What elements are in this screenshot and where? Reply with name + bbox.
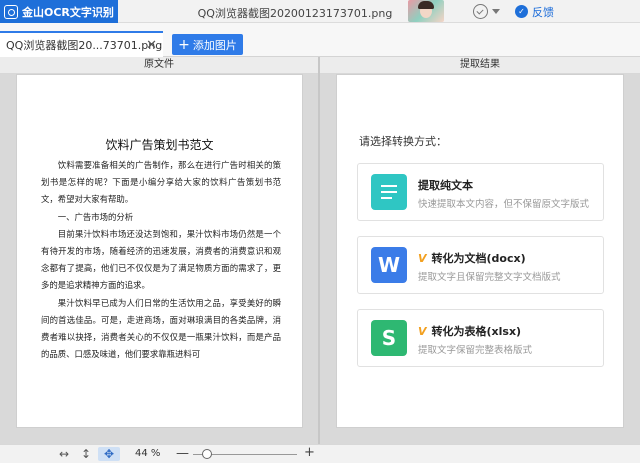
fit-width-icon[interactable]: ↔ — [56, 447, 72, 461]
option-extract-text[interactable]: 提取纯文本 快速提取本文内容，但不保留原文字版式 — [357, 163, 604, 221]
avatar[interactable] — [408, 0, 444, 22]
sheet-icon: S — [371, 320, 407, 356]
result-panel: 请选择转换方式： 提取纯文本 快速提取本文内容，但不保留原文字版式 W V 转化… — [320, 74, 640, 444]
vip-shield-icon[interactable] — [473, 4, 488, 19]
ocr-logo-icon — [4, 4, 18, 19]
document-paragraph: 目前果汁饮料市场还没达到饱和，果汁饮料市场仍然是一个有待开发的市场，随着经济的迅… — [41, 228, 281, 291]
tab-active-file[interactable]: QQ浏览器截图20...73701.png ✕ — [0, 31, 163, 57]
text-lines-icon — [371, 174, 407, 210]
conversion-prompt: 请选择转换方式： — [359, 135, 447, 148]
fit-height-icon[interactable]: ↕ — [78, 447, 94, 461]
zoom-out-button[interactable]: — — [176, 446, 189, 461]
option-label: 提取纯文本 — [418, 179, 473, 192]
document-body: 饮料需要准备相关的广告制作，那么在进行广告时相关的策划书是怎样的呢？下面是小编分… — [41, 157, 281, 363]
chevron-down-icon[interactable] — [492, 9, 500, 14]
document-paragraph: 一、广告市场的分析 — [57, 211, 134, 222]
chat-bubble-icon: ✓ — [515, 5, 528, 18]
vip-badge-icon: V — [418, 251, 427, 265]
option-convert-xlsx[interactable]: S V 转化为表格(xlsx) 提取文字保留完整表格版式 — [357, 309, 604, 367]
feedback-label: 反馈 — [532, 5, 554, 19]
zoom-level: 44 % — [135, 448, 161, 459]
vip-badge-icon: V — [418, 324, 427, 338]
document-paragraph: 果汁饮料早已成为人们日常的生活饮用之品，享受美好的瞬间的首选佳品。可是，走进商场… — [41, 297, 281, 360]
pan-tool-icon[interactable]: ✥ — [98, 447, 120, 461]
option-label: V 转化为表格(xlsx) — [418, 324, 522, 339]
tab-file-label: QQ浏览器截图20...73701.png — [6, 39, 163, 52]
plus-icon: + — [178, 36, 190, 53]
zoom-in-button[interactable]: + — [304, 445, 315, 460]
result-page: 请选择转换方式： 提取纯文本 快速提取本文内容，但不保留原文字版式 W V 转化… — [336, 74, 624, 428]
tab-bar: QQ浏览器截图20...73701.png ✕ + 添加图片 — [0, 23, 640, 57]
bottom-toolbar: ↔ ↕ ✥ 44 % — + — [0, 444, 640, 463]
feedback-button[interactable]: ✓ 反馈 — [515, 3, 554, 20]
option-description: 提取文字且保留完整文字文档版式 — [418, 272, 561, 283]
document-title: 饮料广告策划书范文 — [105, 138, 214, 152]
document-paragraph: 饮料需要准备相关的广告制作，那么在进行广告时相关的策划书是怎样的呢？下面是小编分… — [41, 160, 281, 205]
option-convert-docx[interactable]: W V 转化为文档(docx) 提取文字且保留完整文字文档版式 — [357, 236, 604, 294]
title-bar: 金山OCR文字识别 QQ浏览器截图20200123173701.png ✓ 反馈 — [0, 0, 640, 23]
window-title: QQ浏览器截图20200123173701.png — [197, 7, 393, 20]
app-name: 金山OCR文字识别 — [22, 5, 114, 19]
word-icon: W — [371, 247, 407, 283]
add-image-button[interactable]: + 添加图片 — [172, 34, 243, 55]
source-document-page[interactable]: 饮料广告策划书范文 饮料需要准备相关的广告制作，那么在进行广告时相关的策划书是怎… — [16, 74, 303, 428]
close-icon[interactable]: ✕ — [146, 38, 157, 53]
source-panel: 饮料广告策划书范文 饮料需要准备相关的广告制作，那么在进行广告时相关的策划书是怎… — [0, 74, 318, 444]
add-image-label: 添加图片 — [192, 38, 237, 52]
source-panel-header: 原文件 — [0, 57, 318, 74]
zoom-slider-track[interactable] — [193, 449, 297, 459]
option-description: 提取文字保留完整表格版式 — [418, 345, 533, 356]
result-panel-header: 提取结果 — [320, 57, 640, 74]
app-badge: 金山OCR文字识别 — [0, 0, 118, 23]
option-label: V 转化为文档(docx) — [418, 251, 526, 266]
option-description: 快速提取本文内容，但不保留原文字版式 — [418, 199, 590, 210]
zoom-slider-handle[interactable] — [202, 449, 213, 459]
